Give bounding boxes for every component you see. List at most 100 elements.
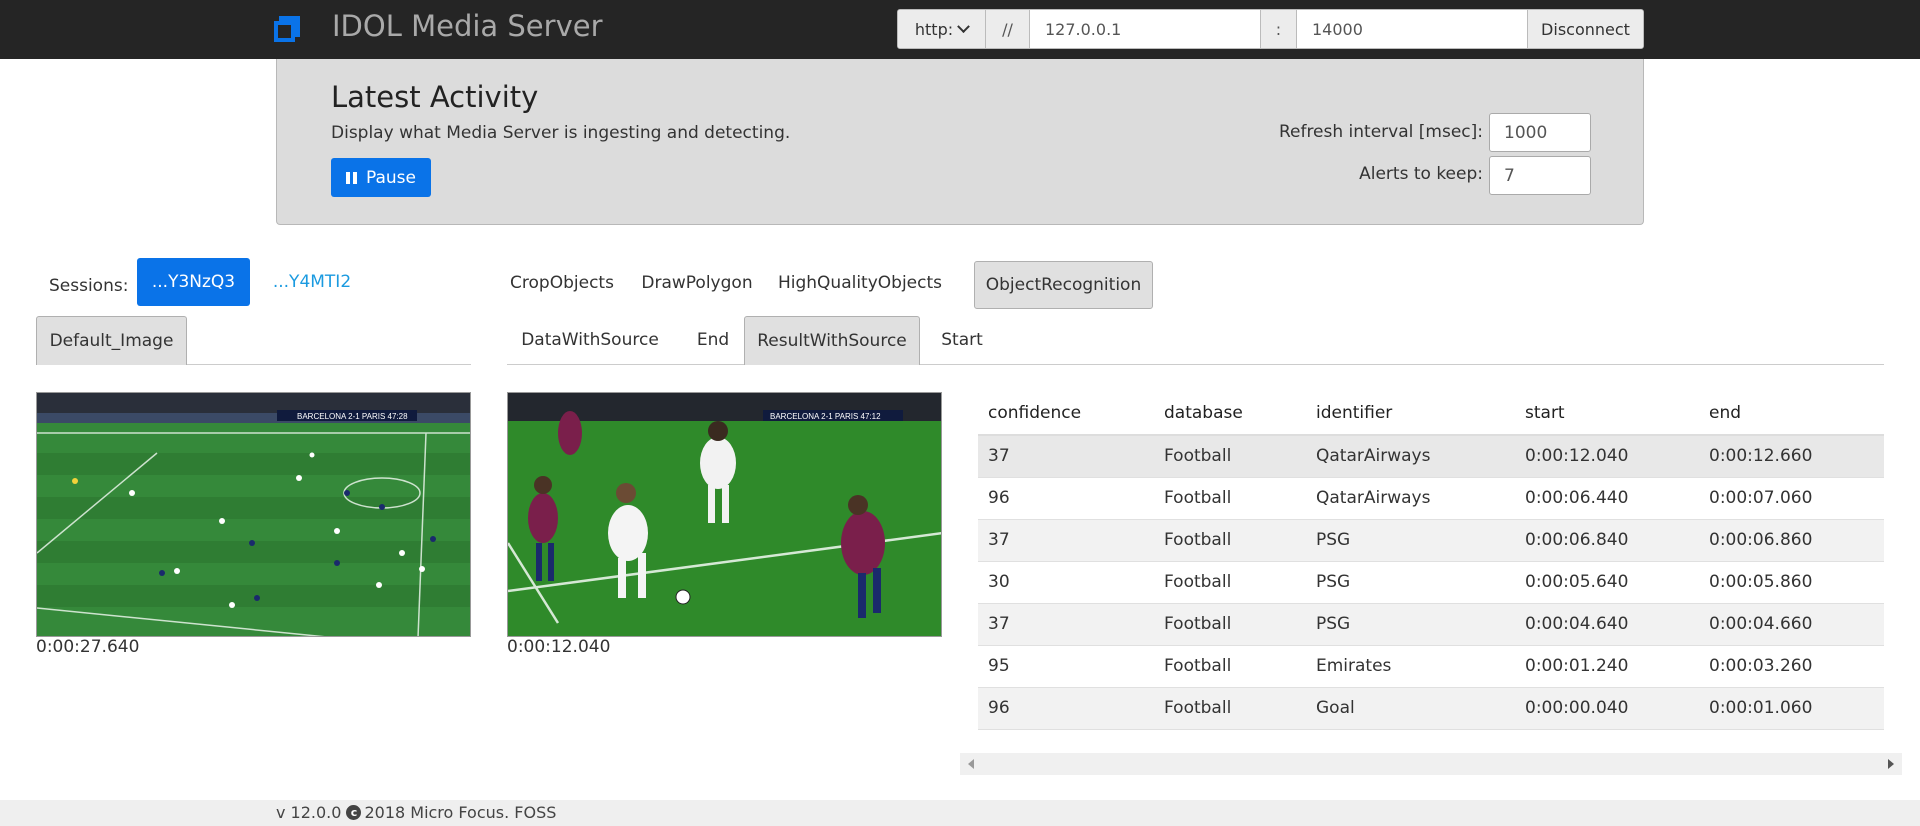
scroll-left-icon[interactable] — [968, 759, 974, 769]
svg-text:BARCELONA 2-1 PARIS 47:12: BARCELONA 2-1 PARIS 47:12 — [770, 412, 881, 421]
cell-end: 0:00:07.060 — [1699, 477, 1884, 520]
cell-identifier: QatarAirways — [1306, 435, 1515, 478]
cell-database: Football — [1154, 687, 1306, 730]
protocol-value: http: — [914, 19, 954, 39]
scoreboard-overlay: BARCELONA 2-1 PARIS 47:28 — [277, 410, 417, 421]
video-frame-default-image: BARCELONA 2-1 PARIS 47:28 — [36, 392, 471, 637]
cell-identifier: QatarAirways — [1306, 477, 1515, 520]
cell-identifier: PSG — [1306, 519, 1515, 562]
port-separator: : — [1261, 10, 1297, 48]
alerts-to-keep-input[interactable]: 7 — [1489, 156, 1591, 195]
video-frame-result: BARCELONA 2-1 PARIS 47:12 — [507, 392, 942, 637]
pause-label: Pause — [366, 167, 416, 188]
disconnect-button[interactable]: Disconnect — [1528, 10, 1643, 48]
track-tabs: Default_Image — [36, 316, 471, 365]
copyright-icon: c — [346, 805, 362, 820]
tab-start[interactable]: Start — [928, 316, 996, 364]
tab-crop-objects[interactable]: CropObjects — [507, 259, 617, 307]
cell-database: Football — [1154, 519, 1306, 562]
host-input[interactable]: 127.0.0.1 — [1030, 10, 1261, 48]
cell-start: 0:00:04.640 — [1515, 603, 1699, 646]
cell-confidence: 37 — [978, 519, 1154, 562]
footer: v 12.0.0 c 2018 Micro Focus. FOSS — [0, 800, 1920, 826]
session-tab-active[interactable]: ...Y3NzQ3 — [137, 258, 250, 306]
footer-version: v 12.0.0 — [276, 803, 342, 822]
table-row[interactable]: 95 Football Emirates 0:00:01.240 0:00:03… — [978, 645, 1884, 688]
refresh-interval-label: Refresh interval [msec]: — [1278, 122, 1483, 142]
frame-timestamp-right: 0:00:12.040 — [507, 637, 611, 657]
column-header-identifier[interactable]: identifier — [1306, 392, 1515, 436]
cell-start: 0:00:00.040 — [1515, 687, 1699, 730]
port-input[interactable]: 14000 — [1297, 10, 1528, 48]
tab-default-image[interactable]: Default_Image — [36, 316, 187, 365]
protocol-select[interactable]: http: — [898, 10, 986, 48]
sessions-label: Sessions: — [49, 276, 129, 296]
tab-data-with-source[interactable]: DataWithSource — [507, 316, 673, 364]
pause-icon — [346, 171, 357, 184]
column-header-database[interactable]: database — [1154, 392, 1306, 436]
activity-panel: Latest Activity Display what Media Serve… — [276, 59, 1644, 225]
cell-identifier: PSG — [1306, 561, 1515, 604]
cell-end: 0:00:06.860 — [1699, 519, 1884, 562]
column-header-end[interactable]: end — [1699, 392, 1884, 436]
cell-database: Football — [1154, 435, 1306, 478]
cell-start: 0:00:05.640 — [1515, 561, 1699, 604]
tab-object-recognition[interactable]: ObjectRecognition — [974, 261, 1153, 309]
cell-database: Football — [1154, 561, 1306, 604]
table-row[interactable]: 30 Football PSG 0:00:05.640 0:00:05.860 — [978, 561, 1884, 604]
cell-end: 0:00:03.260 — [1699, 645, 1884, 688]
column-header-confidence[interactable]: confidence — [978, 392, 1154, 436]
column-header-start[interactable]: start — [1515, 392, 1699, 436]
table-row[interactable]: 37 Football QatarAirways 0:00:12.040 0:0… — [978, 435, 1884, 478]
tab-high-quality-objects[interactable]: HighQualityObjects — [777, 259, 943, 307]
cell-end: 0:00:01.060 — [1699, 687, 1884, 730]
cell-start: 0:00:01.240 — [1515, 645, 1699, 688]
cell-end: 0:00:04.660 — [1699, 603, 1884, 646]
cell-identifier: PSG — [1306, 603, 1515, 646]
cell-start: 0:00:06.440 — [1515, 477, 1699, 520]
cell-confidence: 95 — [978, 645, 1154, 688]
cell-confidence: 96 — [978, 687, 1154, 730]
table-horizontal-scrollbar[interactable] — [960, 753, 1902, 775]
cell-start: 0:00:06.840 — [1515, 519, 1699, 562]
frame-timestamp-left: 0:00:27.640 — [36, 637, 140, 657]
cell-end: 0:00:05.860 — [1699, 561, 1884, 604]
tab-draw-polygon[interactable]: DrawPolygon — [638, 259, 756, 307]
table-row[interactable]: 37 Football PSG 0:00:04.640 0:00:04.660 — [978, 603, 1884, 646]
refresh-interval-input[interactable]: 1000 — [1489, 113, 1591, 152]
cell-database: Football — [1154, 603, 1306, 646]
alerts-to-keep-label: Alerts to keep: — [1359, 164, 1483, 184]
table-row[interactable]: 96 Football Goal 0:00:00.040 0:00:01.060 — [978, 687, 1884, 730]
svg-text:BARCELONA 2-1 PARIS 47:28: BARCELONA 2-1 PARIS 47:28 — [297, 412, 408, 421]
cell-database: Football — [1154, 477, 1306, 520]
table-header-row: confidence database identifier start end — [978, 392, 1884, 436]
footer-copyright: 2018 Micro Focus. FOSS — [364, 803, 557, 822]
results-table: confidence database identifier start end… — [978, 392, 1884, 730]
pause-button[interactable]: Pause — [331, 158, 431, 197]
scroll-right-icon[interactable] — [1888, 759, 1894, 769]
cell-confidence: 96 — [978, 477, 1154, 520]
event-subtabs: DataWithSource End ResultWithSource Star… — [507, 316, 1884, 365]
table-row[interactable]: 37 Football PSG 0:00:06.840 0:00:06.860 — [978, 519, 1884, 562]
cell-start: 0:00:12.040 — [1515, 435, 1699, 478]
chevron-down-icon — [957, 19, 970, 33]
session-tab[interactable]: ...Y4MTI2 — [272, 258, 352, 306]
connection-bar: http: // 127.0.0.1 : 14000 Disconnect — [897, 9, 1644, 49]
event-tabs: CropObjects DrawPolygon HighQualityObjec… — [507, 259, 1884, 365]
cell-database: Football — [1154, 645, 1306, 688]
cell-identifier: Goal — [1306, 687, 1515, 730]
tab-result-with-source[interactable]: ResultWithSource — [744, 316, 920, 365]
scheme-separator: // — [986, 10, 1030, 48]
footer-text: v 12.0.0 c 2018 Micro Focus. FOSS — [276, 803, 556, 822]
table-row[interactable]: 96 Football QatarAirways 0:00:06.440 0:0… — [978, 477, 1884, 520]
football-players-closeup-image: BARCELONA 2-1 PARIS 47:12 — [508, 393, 941, 636]
activity-title: Latest Activity — [331, 80, 539, 114]
top-navbar: IDOL Media Server http: // 127.0.0.1 : 1… — [0, 0, 1920, 59]
cell-end: 0:00:12.660 — [1699, 435, 1884, 478]
app-logo-icon — [274, 16, 300, 42]
app-title: IDOL Media Server — [332, 9, 603, 43]
activity-subtitle: Display what Media Server is ingesting a… — [331, 123, 791, 143]
cell-identifier: Emirates — [1306, 645, 1515, 688]
tab-end[interactable]: End — [683, 316, 743, 364]
scoreboard-overlay: BARCELONA 2-1 PARIS 47:12 — [763, 410, 903, 421]
